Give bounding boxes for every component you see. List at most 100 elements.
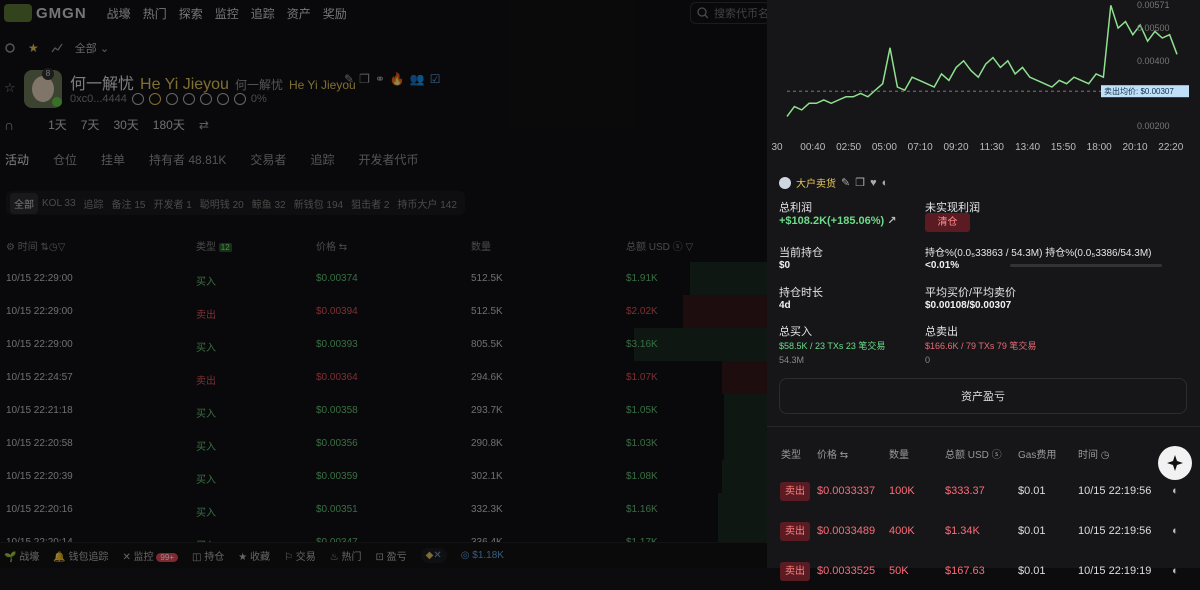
all-dropdown[interactable]: 全部 ⌄	[75, 40, 109, 56]
timeframe-1d[interactable]: 1天	[48, 116, 67, 133]
nav-item-trending[interactable]: 热门	[143, 5, 167, 22]
nav-item-rewards[interactable]: 奖励	[323, 5, 347, 22]
trade-price: $0.0033525	[817, 565, 876, 577]
bottom-holdings[interactable]: ◫ 持仓	[192, 548, 224, 563]
logo[interactable]: GMGN	[4, 4, 87, 22]
tx-link-icon[interactable]: ◐	[1172, 525, 1179, 537]
x-tick-label: 22:20	[1158, 142, 1183, 153]
nav-item-track[interactable]: 追踪	[251, 5, 275, 22]
trades-col-qty: 数量	[889, 450, 909, 461]
telegram-icon[interactable]	[165, 93, 178, 105]
edit-icon[interactable]: ✎	[344, 72, 354, 86]
filter-all[interactable]: 全部	[10, 192, 38, 214]
col-price[interactable]: 价格 ⇆	[316, 238, 347, 253]
filter-smart-money[interactable]: 聪明钱 20	[196, 193, 248, 214]
bottom-favorites-label: 收藏	[249, 552, 270, 563]
nav-item-trenches[interactable]: 战壕	[107, 5, 131, 22]
y-tick-label: 0.00500	[1137, 23, 1170, 33]
bottom-pnl[interactable]: ⊡ 盈亏	[375, 548, 406, 563]
swap-icon[interactable]: ⇄	[199, 118, 209, 132]
twitter-icon[interactable]	[199, 93, 212, 105]
col-type[interactable]: 类型 12	[196, 238, 232, 253]
col-time[interactable]: ⚙ 时间 ⇅◷▽	[6, 238, 65, 253]
filter-sniper[interactable]: 狙击者 2	[347, 193, 393, 214]
nav-item-explore[interactable]: 探索	[179, 5, 203, 22]
nav-item-monitor[interactable]: 监控	[215, 5, 239, 22]
search-input[interactable]: 搜索代币名	[690, 2, 767, 24]
token-address[interactable]: 0xc0...4444	[70, 93, 127, 105]
trade-row[interactable]: 卖出 $0.0033525 50K $167.63 $0.01 10/15 22:19:1…	[767, 550, 1200, 590]
filter-top-holders[interactable]: 持币大户 142	[393, 193, 460, 214]
tab-traders[interactable]: 交易者	[250, 151, 286, 168]
trades-col-price[interactable]: 价格 ⇆	[817, 446, 848, 461]
edit-icon[interactable]: ✎	[841, 176, 850, 189]
tab-track[interactable]: 追踪	[310, 151, 334, 168]
bottom-trending[interactable]: ♨ 热门	[330, 548, 362, 563]
chart-icon[interactable]	[51, 42, 63, 54]
share-icon[interactable]: ⚭	[375, 72, 385, 86]
tab-dev-tokens[interactable]: 开发者代币	[358, 151, 418, 168]
magnet-icon[interactable]: ∩	[4, 117, 14, 133]
quick-trade-button[interactable]	[1158, 446, 1192, 480]
tab-activity[interactable]: 活动	[5, 151, 29, 168]
search-address-icon[interactable]	[131, 93, 144, 105]
search-x-icon[interactable]	[216, 93, 229, 105]
trades-col-total-label: 总额	[945, 450, 965, 461]
balance-value: $1.18K	[472, 550, 504, 561]
filter-notes[interactable]: 备注 15	[108, 193, 150, 214]
filter-dev[interactable]: 开发者 1	[149, 193, 195, 214]
bottom-wallet-track[interactable]: 🔔 钱包追踪	[53, 548, 108, 563]
copy-icon[interactable]: ❐	[359, 72, 370, 86]
nav-item-assets[interactable]: 资产	[287, 5, 311, 22]
star-icon[interactable]: ★	[28, 41, 39, 55]
timeframe-30d[interactable]: 30天	[113, 116, 138, 133]
table-row[interactable]: 10/15 22:29:00 买入 $0.00393 805.5K $3.16K	[0, 328, 767, 361]
chain-icon[interactable]: ◐	[882, 177, 889, 189]
y-tick-label: 0.00200	[1137, 121, 1170, 131]
external-link-icon[interactable]: ↗	[887, 215, 896, 227]
table-row[interactable]: 10/15 22:20:39 买入 $0.00359 302.1K $1.08K	[0, 460, 767, 493]
asset-pnl-button[interactable]: 资产盈亏	[779, 378, 1187, 414]
token-title: 何一解忧 He Yi Jieyou 何一解忧 He Yi Jieyou	[70, 70, 356, 94]
timeframe-180d[interactable]: 180天	[153, 116, 185, 133]
filter-kol[interactable]: KOL 33	[38, 195, 80, 212]
tx-link-icon[interactable]: ◐	[1172, 565, 1179, 577]
favorite-star-icon[interactable]: ☆	[4, 80, 16, 96]
row-total: $3.16K	[626, 339, 658, 350]
clear-position-button[interactable]: 清仓	[925, 213, 970, 232]
tab-positions[interactable]: 仓位	[53, 151, 77, 168]
chain-switch[interactable]: ◆✕	[420, 548, 447, 563]
table-row[interactable]: 10/15 22:29:00 买入 $0.00374 512.5K $1.91K	[0, 262, 767, 295]
table-row[interactable]: 10/15 22:21:18 买入 $0.00358 293.7K $1.05K	[0, 394, 767, 427]
timeframe-7d[interactable]: 7天	[81, 116, 100, 133]
table-row[interactable]: 10/15 22:20:16 买入 $0.00351 332.3K $1.16K	[0, 493, 767, 526]
dev-icon[interactable]	[233, 93, 246, 105]
table-row[interactable]: 10/15 22:20:58 买入 $0.00356 290.8K $1.03K	[0, 427, 767, 460]
row-qty: 332.3K	[471, 504, 503, 515]
bottom-trade[interactable]: ⚐ 交易	[284, 548, 316, 563]
tx-link-icon[interactable]: ◐	[1172, 485, 1179, 497]
warning-icon[interactable]	[148, 93, 161, 105]
copy-icon[interactable]: ❐	[855, 176, 865, 189]
wallet-balance[interactable]: ◎ $1.18K	[461, 550, 504, 561]
trade-row[interactable]: 卖出 $0.0033489 400K $1.34K $0.01 10/15 22:19:5…	[767, 510, 1200, 550]
tab-orders[interactable]: 挂单	[101, 151, 125, 168]
bottom-monitor[interactable]: ✕ 监控 99+	[122, 548, 178, 563]
trades-col-time[interactable]: 时间 ◷	[1078, 446, 1110, 461]
trade-row[interactable]: 卖出 $0.0033337 100K $333.37 $0.01 10/15 22:19:…	[767, 470, 1200, 510]
heart-icon[interactable]: ♥	[870, 177, 877, 189]
table-row[interactable]: 10/15 22:29:00 卖出 $0.00394 512.5K $2.02K	[0, 295, 767, 328]
bottom-trenches[interactable]: 🌱 战壕	[4, 548, 39, 563]
filter-whale[interactable]: 鲸鱼 32	[248, 193, 290, 214]
settings-icon[interactable]	[4, 42, 16, 54]
col-total[interactable]: 总额 USD ⓢ ▽	[626, 238, 693, 253]
website-icon[interactable]	[182, 93, 195, 105]
bottom-favorites[interactable]: ★ 收藏	[238, 548, 270, 563]
trades-col-total[interactable]: 总额 USD ⓢ	[945, 446, 1002, 461]
filter-track[interactable]: 追踪	[80, 193, 108, 214]
filter-new-wallet[interactable]: 新钱包 194	[290, 193, 347, 214]
tab-holders[interactable]: 持有者 48.81K	[149, 151, 226, 168]
table-row[interactable]: 10/15 22:24:57 卖出 $0.00364 294.6K $1.07K	[0, 361, 767, 394]
trades-col-gas: Gas费用	[1018, 450, 1057, 461]
volume-bar	[724, 427, 767, 460]
